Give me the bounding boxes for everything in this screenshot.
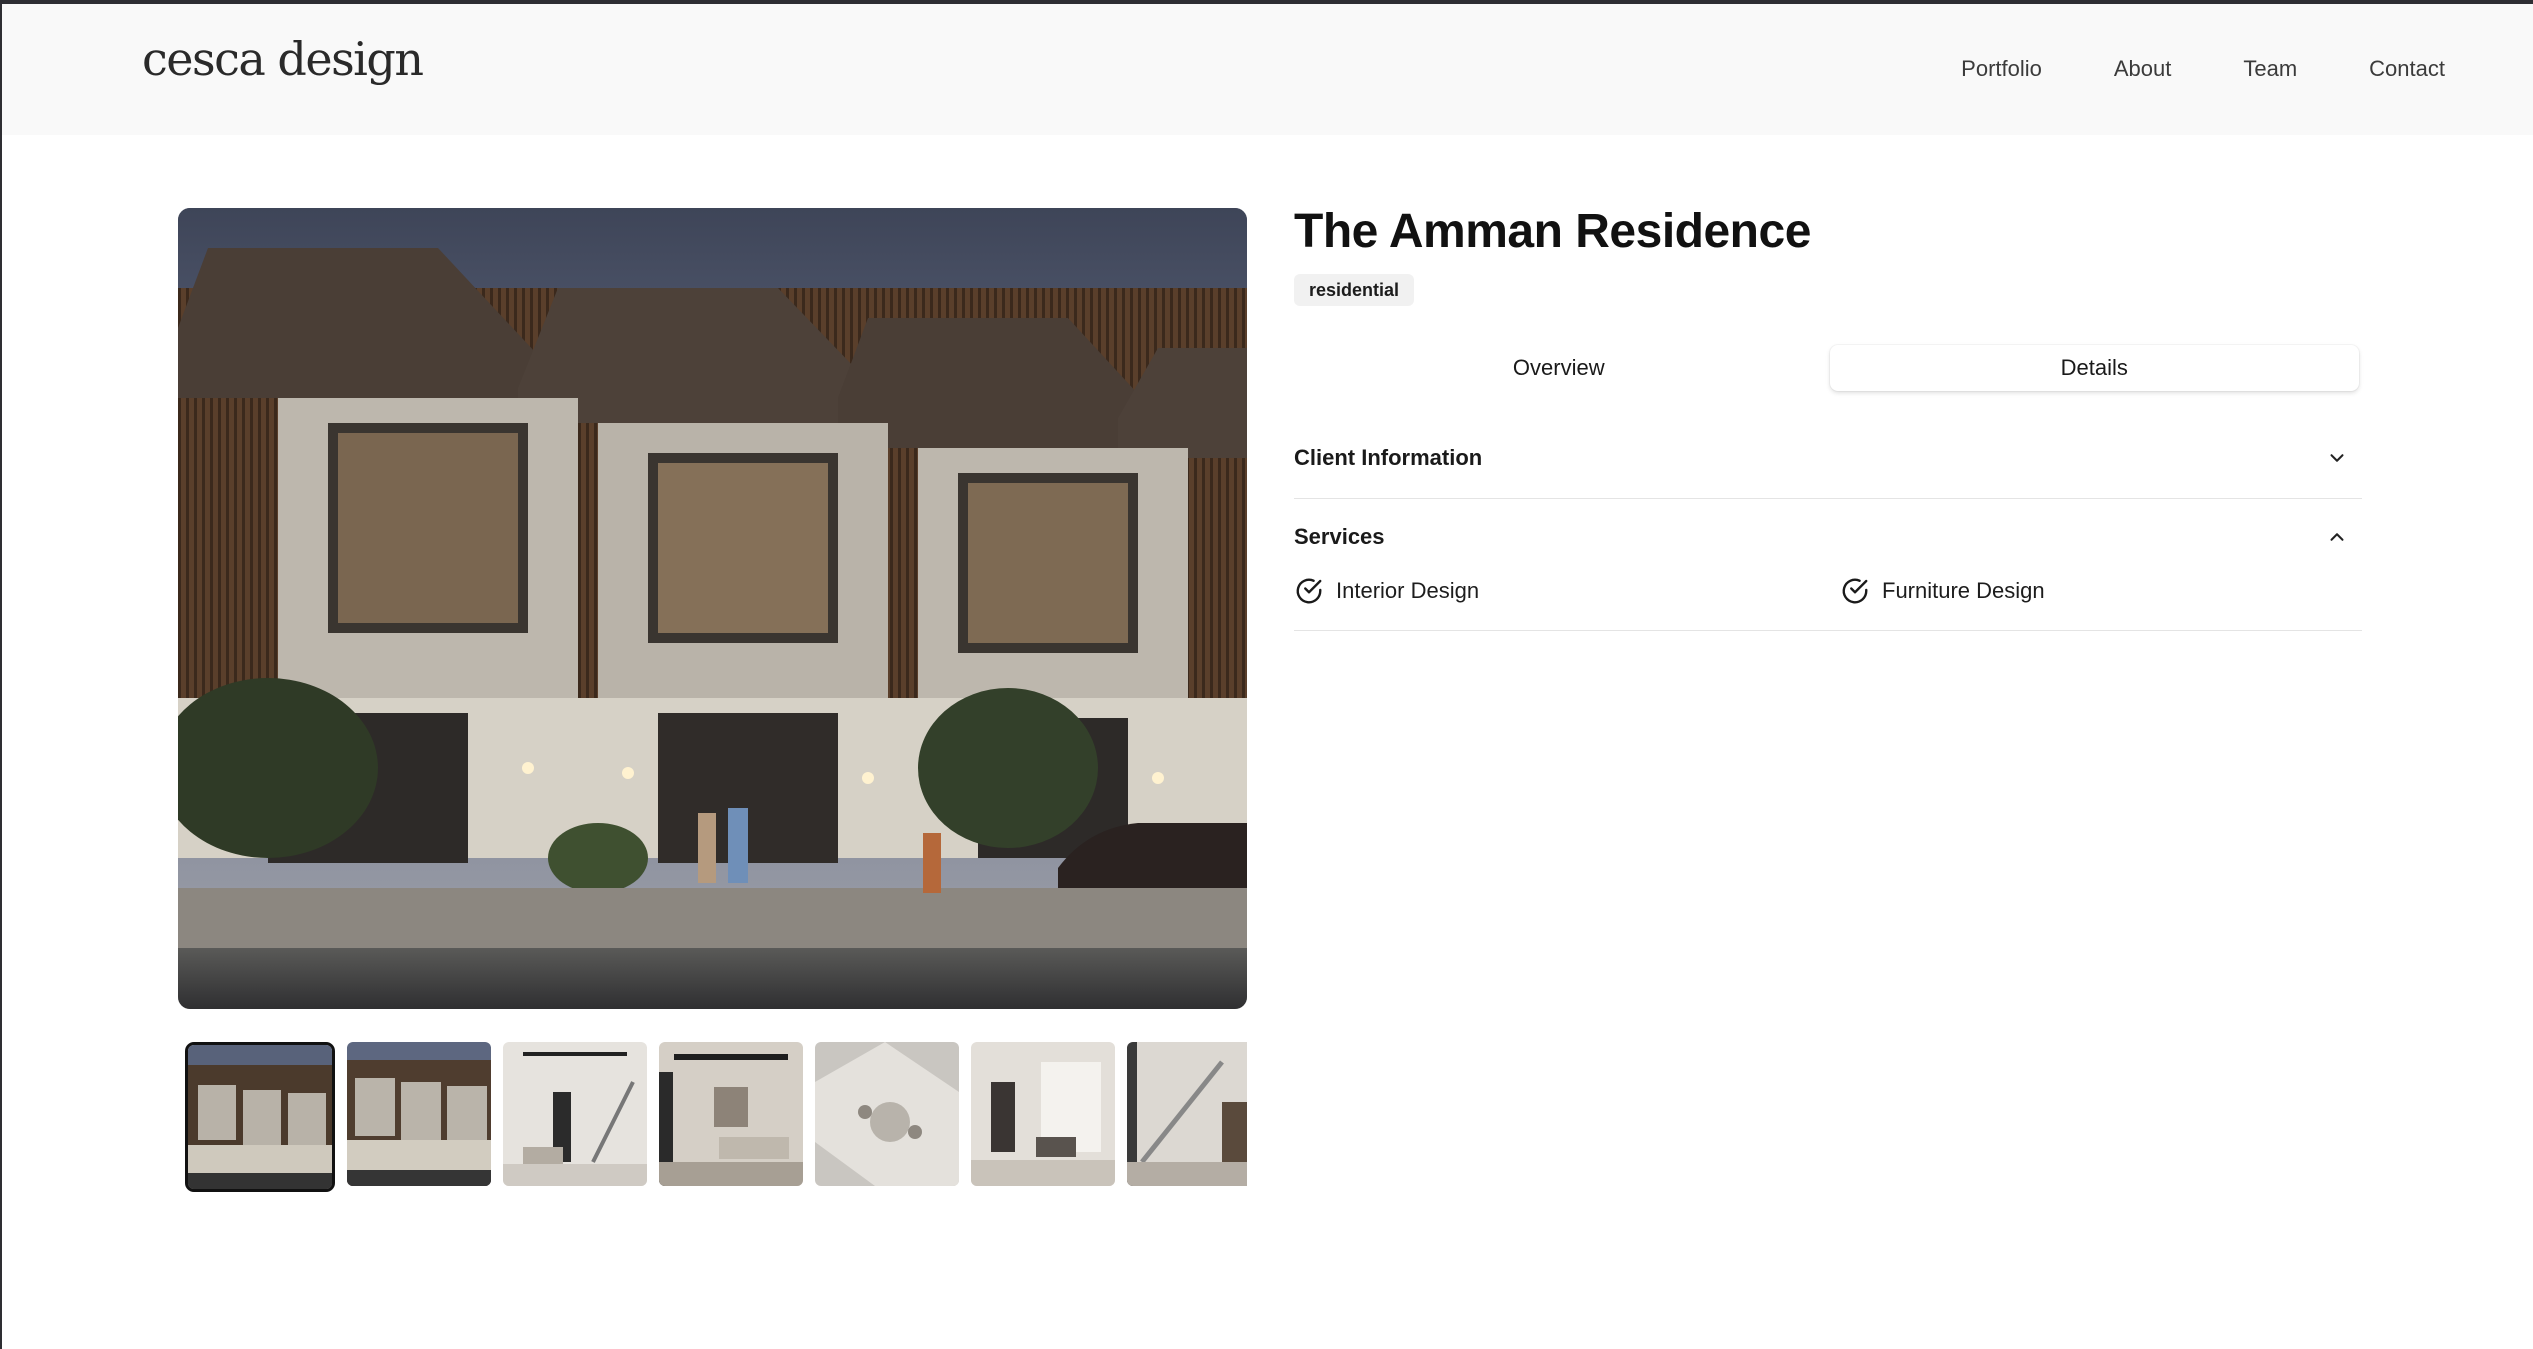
accordion-services-label: Services bbox=[1294, 524, 1385, 549]
thumb-living-room-image bbox=[659, 1042, 803, 1186]
nav-contact[interactable]: Contact bbox=[2369, 56, 2445, 82]
thumbnail-1[interactable] bbox=[185, 1042, 335, 1192]
thumbnail-5[interactable] bbox=[815, 1042, 959, 1186]
thumb-exterior-alt-image bbox=[347, 1042, 491, 1186]
check-circle-icon bbox=[1296, 578, 1322, 604]
thumbnail-4[interactable] bbox=[659, 1042, 803, 1186]
nav-portfolio[interactable]: Portfolio bbox=[1961, 56, 2042, 82]
thumbnail-strip bbox=[185, 1042, 1247, 1192]
nav-team[interactable]: Team bbox=[2243, 56, 2297, 82]
site-header: cesca design Portfolio About Team Contac… bbox=[2, 4, 2533, 135]
thumbnail-2[interactable] bbox=[347, 1042, 491, 1186]
accordion-divider bbox=[1294, 630, 2362, 631]
thumb-living-staircase-image bbox=[503, 1042, 647, 1186]
accordion-services[interactable]: Services bbox=[1294, 517, 2362, 557]
townhouse-exterior-illustration bbox=[178, 208, 1247, 1009]
tab-details[interactable]: Details bbox=[1829, 345, 2359, 391]
thumbnail-3[interactable] bbox=[503, 1042, 647, 1186]
brand-logo[interactable]: cesca design bbox=[142, 32, 424, 86]
service-item: Interior Design bbox=[1294, 576, 1479, 606]
check-circle-icon bbox=[1842, 578, 1868, 604]
thumbnail-7[interactable] bbox=[1127, 1042, 1247, 1186]
thumbnail-6[interactable] bbox=[971, 1042, 1115, 1186]
thumb-exterior-image bbox=[188, 1045, 332, 1189]
accordion-client-information[interactable]: Client Information bbox=[1294, 438, 2362, 478]
thumb-dining-top-view-image bbox=[815, 1042, 959, 1186]
chevron-up-icon bbox=[2330, 533, 2344, 541]
accordion-divider bbox=[1294, 498, 2362, 499]
category-badge: residential bbox=[1294, 274, 1415, 306]
main-nav: Portfolio About Team Contact bbox=[1961, 56, 2445, 82]
service-item: Furniture Design bbox=[1840, 576, 2045, 606]
service-label: Interior Design bbox=[1336, 578, 1480, 603]
thumb-bedroom-image bbox=[971, 1042, 1115, 1186]
accordion-client-label: Client Information bbox=[1294, 445, 1483, 470]
project-title: The Amman Residence bbox=[1294, 205, 1811, 258]
project-main-image[interactable] bbox=[178, 208, 1247, 1009]
tab-overview[interactable]: Overview bbox=[1294, 345, 1824, 391]
service-label: Furniture Design bbox=[1882, 578, 2045, 603]
nav-about[interactable]: About bbox=[2114, 56, 2172, 82]
chevron-down-icon bbox=[2330, 454, 2344, 462]
thumb-staircase-kitchen-image bbox=[1127, 1042, 1247, 1186]
project-tabs: Overview Details bbox=[1294, 345, 2359, 391]
